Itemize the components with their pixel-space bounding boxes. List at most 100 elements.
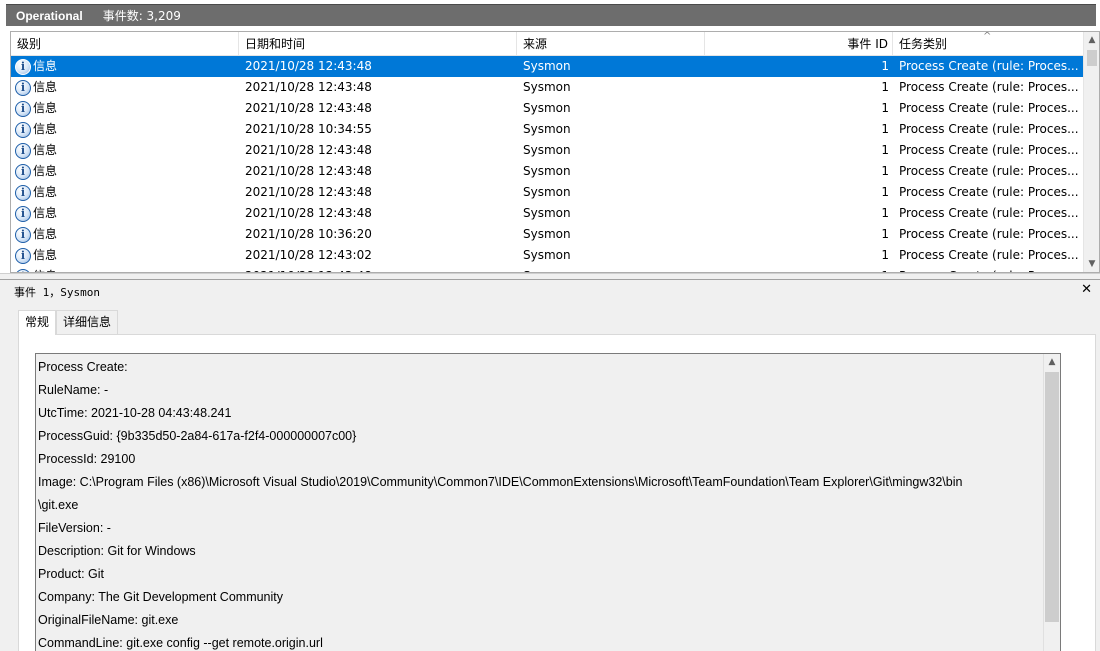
table-row[interactable]: i 信息 2021/10/28 12:43:02 Sysmon 1 Process Cre…	[11, 245, 1085, 266]
description-line: CommandLine: git.exe config --get remote…	[38, 636, 323, 650]
cell-event-id: 1	[705, 266, 893, 272]
cell-level: i信息	[11, 56, 239, 77]
info-icon: i	[15, 79, 31, 96]
info-icon: i	[15, 184, 31, 201]
table-row[interactable]: i信息2021/10/28 12:43:48Sysmon1Process Cre…	[11, 161, 1085, 182]
cell-level: i信息	[11, 98, 239, 119]
cell-task-category: Process Create (rule: Proces...	[899, 185, 1079, 199]
cell-source: Sysmon	[523, 248, 571, 262]
cell-source: Sysmon	[523, 206, 571, 220]
description-scrollbar[interactable]: ▲	[1043, 354, 1060, 651]
cell-source: Sysmon	[523, 227, 571, 241]
level-label: 信息	[33, 227, 58, 241]
table-row[interactable]: i 信息 2021/10/28 10:34:55 Sysmon 1 Process Cre…	[11, 119, 1085, 140]
cell-task-category: Process Create (rule: Proces...	[899, 164, 1079, 178]
cell-task-category: Process Create (rule: Proces...	[899, 122, 1079, 136]
cell-event-id: 1	[881, 248, 889, 262]
event-count: 事件数: 3,209	[102, 9, 181, 23]
event-detail-title: 事件 1，Sysmon	[14, 286, 100, 299]
scroll-up-arrow-icon[interactable]: ▲	[1084, 32, 1099, 48]
scroll-down-arrow-icon[interactable]: ▼	[1084, 256, 1099, 272]
event-list-scrollbar[interactable]: ▲ ▼	[1083, 32, 1099, 272]
cell-source: Sysmon	[523, 101, 571, 115]
cell-datetime: 2021/10/28 12:43:48	[245, 59, 372, 73]
cell-source: Sysmon	[517, 266, 705, 272]
description-line: Product: Git	[38, 567, 104, 581]
cell-datetime: 2021/10/28 12:43:48	[245, 143, 372, 157]
description-line: RuleName: -	[38, 383, 109, 397]
close-icon[interactable]: ✕	[1081, 282, 1092, 297]
sort-up-arrow-icon: ^	[983, 32, 992, 42]
cell-event-id: 1	[881, 101, 889, 115]
scrollbar-thumb[interactable]	[1045, 372, 1059, 622]
tab-general[interactable]: 常规	[18, 310, 57, 335]
info-icon: i	[15, 163, 31, 180]
table-row[interactable]: i信息 2021/10/28 12:43:48 Sysmon 1 Process Cre…	[11, 77, 1085, 98]
event-list-header: 级别 日期和时间 来源 事件 ID 任务类别 ^	[11, 32, 1085, 56]
scrollbar-thumb[interactable]	[1087, 50, 1097, 66]
tab-panel-general: Process Create: RuleName: - UtcTime: 2021-…	[18, 334, 1096, 651]
info-icon: i	[15, 205, 31, 222]
cell-source: Sysmon	[523, 185, 571, 199]
column-header-level[interactable]: 级别	[11, 32, 239, 56]
description-line: UtcTime: 2021-10-28 04:43:48.241	[38, 406, 232, 420]
cell-datetime: 2021/10/28 12:43:48	[245, 80, 372, 94]
cell-datetime: 2021/10/28 12:43:48	[245, 185, 372, 199]
table-row[interactable]: i信息2021/10/28 12:43:48Sysmon1Process Cre…	[11, 140, 1085, 161]
table-row[interactable]: i信息2021/10/28 12:43:48Sysmon1Process Cre…	[11, 182, 1085, 203]
event-detail-pane: 事件 1，Sysmon ✕ 常规 详细信息 Process Create: Rul…	[0, 279, 1100, 651]
table-row[interactable]: i信息2021/10/28 12:43:48Sysmon1Process Cre…	[11, 56, 1085, 77]
cell-datetime: 2021/10/28 10:36:20	[245, 227, 372, 241]
table-row[interactable]: i 信息 2021/10/28 10:36:20 Sysmon 1 Process Cre…	[11, 224, 1085, 245]
column-header-task-category[interactable]: 任务类别 ^	[893, 32, 1085, 56]
cell-task-category: Process Create (rule: Proces...	[899, 80, 1079, 94]
column-header-task-label: 任务类别	[899, 37, 948, 51]
cell-level: i信息	[11, 245, 239, 266]
cell-event-id: 1	[881, 122, 889, 136]
cell-source: Sysmon	[523, 122, 571, 136]
cell-event-id: 1	[881, 206, 889, 220]
level-label: 信息	[33, 143, 58, 157]
info-icon: i	[15, 142, 31, 159]
log-header-bar: Operational 事件数: 3,209	[0, 0, 1100, 30]
level-label: 信息	[33, 59, 58, 73]
event-description-lines: Process Create: RuleName: - UtcTime: 2021-…	[38, 356, 1042, 651]
cell-event-id: 1	[881, 80, 889, 94]
cell-task-category: Process Create (rule: Proces...	[899, 248, 1079, 262]
cell-datetime: 2021/10/28 12:43:48	[245, 164, 372, 178]
cell-task-category: Process Create (rule: Proces...	[899, 143, 1079, 157]
cell-datetime: 2021/10/28 12:43:48	[245, 206, 372, 220]
cell-task-category: Process Create (rule: Proces...	[893, 266, 1085, 272]
info-icon: i	[15, 100, 31, 117]
cell-datetime: 2021/10/28 10:34:55	[245, 122, 372, 136]
tab-details[interactable]: 详细信息	[56, 310, 119, 334]
cell-level: i信息	[11, 140, 239, 161]
table-row[interactable]: i信息2021/10/28 12:43:48Sysmon1Process Cre…	[11, 266, 1085, 272]
scroll-up-arrow-icon[interactable]: ▲	[1044, 354, 1060, 370]
cell-level: i信息	[11, 266, 239, 272]
description-line: Company: The Git Development Community	[38, 590, 284, 604]
cell-level: i信息	[11, 203, 239, 224]
event-list[interactable]: 级别 日期和时间 来源 事件 ID 任务类别 ^ i 信息 2021/10/28 1…	[10, 31, 1100, 273]
table-row[interactable]: i信息2021/10/28 12:43:48Sysmon1Process Cre…	[11, 203, 1085, 224]
info-icon: i	[15, 121, 31, 138]
event-rows: i 信息 2021/10/28 12:43:48 Sysmon 1 Process Cre…	[11, 56, 1085, 272]
table-row[interactable]: i信息2021/10/28 12:43:48Sysmon1Process Cre…	[11, 98, 1085, 119]
description-line: Description: Git for Windows	[38, 544, 196, 558]
column-header-source[interactable]: 来源	[517, 32, 705, 56]
info-icon: i	[15, 247, 31, 264]
cell-level: i信息	[11, 77, 239, 98]
description-line: Image: C:\Program Files (x86)\Microsoft …	[38, 475, 963, 489]
info-icon: i	[15, 226, 31, 243]
column-header-event-id[interactable]: 事件 ID	[705, 32, 893, 56]
column-header-datetime[interactable]: 日期和时间	[239, 32, 517, 56]
cell-task-category: Process Create (rule: Proces...	[899, 59, 1079, 73]
cell-level: i信息	[11, 161, 239, 182]
event-description-textbox[interactable]: Process Create: RuleName: - UtcTime: 2021-…	[35, 353, 1061, 651]
cell-source: Sysmon	[523, 80, 571, 94]
description-line: ProcessGuid: {9b335d50-2a84-617a-f2f4-00…	[38, 429, 357, 443]
description-line: OriginalFileName: git.exe	[38, 613, 179, 627]
cell-level: i信息	[11, 182, 239, 203]
cell-level: i信息	[11, 224, 239, 245]
log-header: Operational 事件数: 3,209	[6, 4, 1096, 26]
